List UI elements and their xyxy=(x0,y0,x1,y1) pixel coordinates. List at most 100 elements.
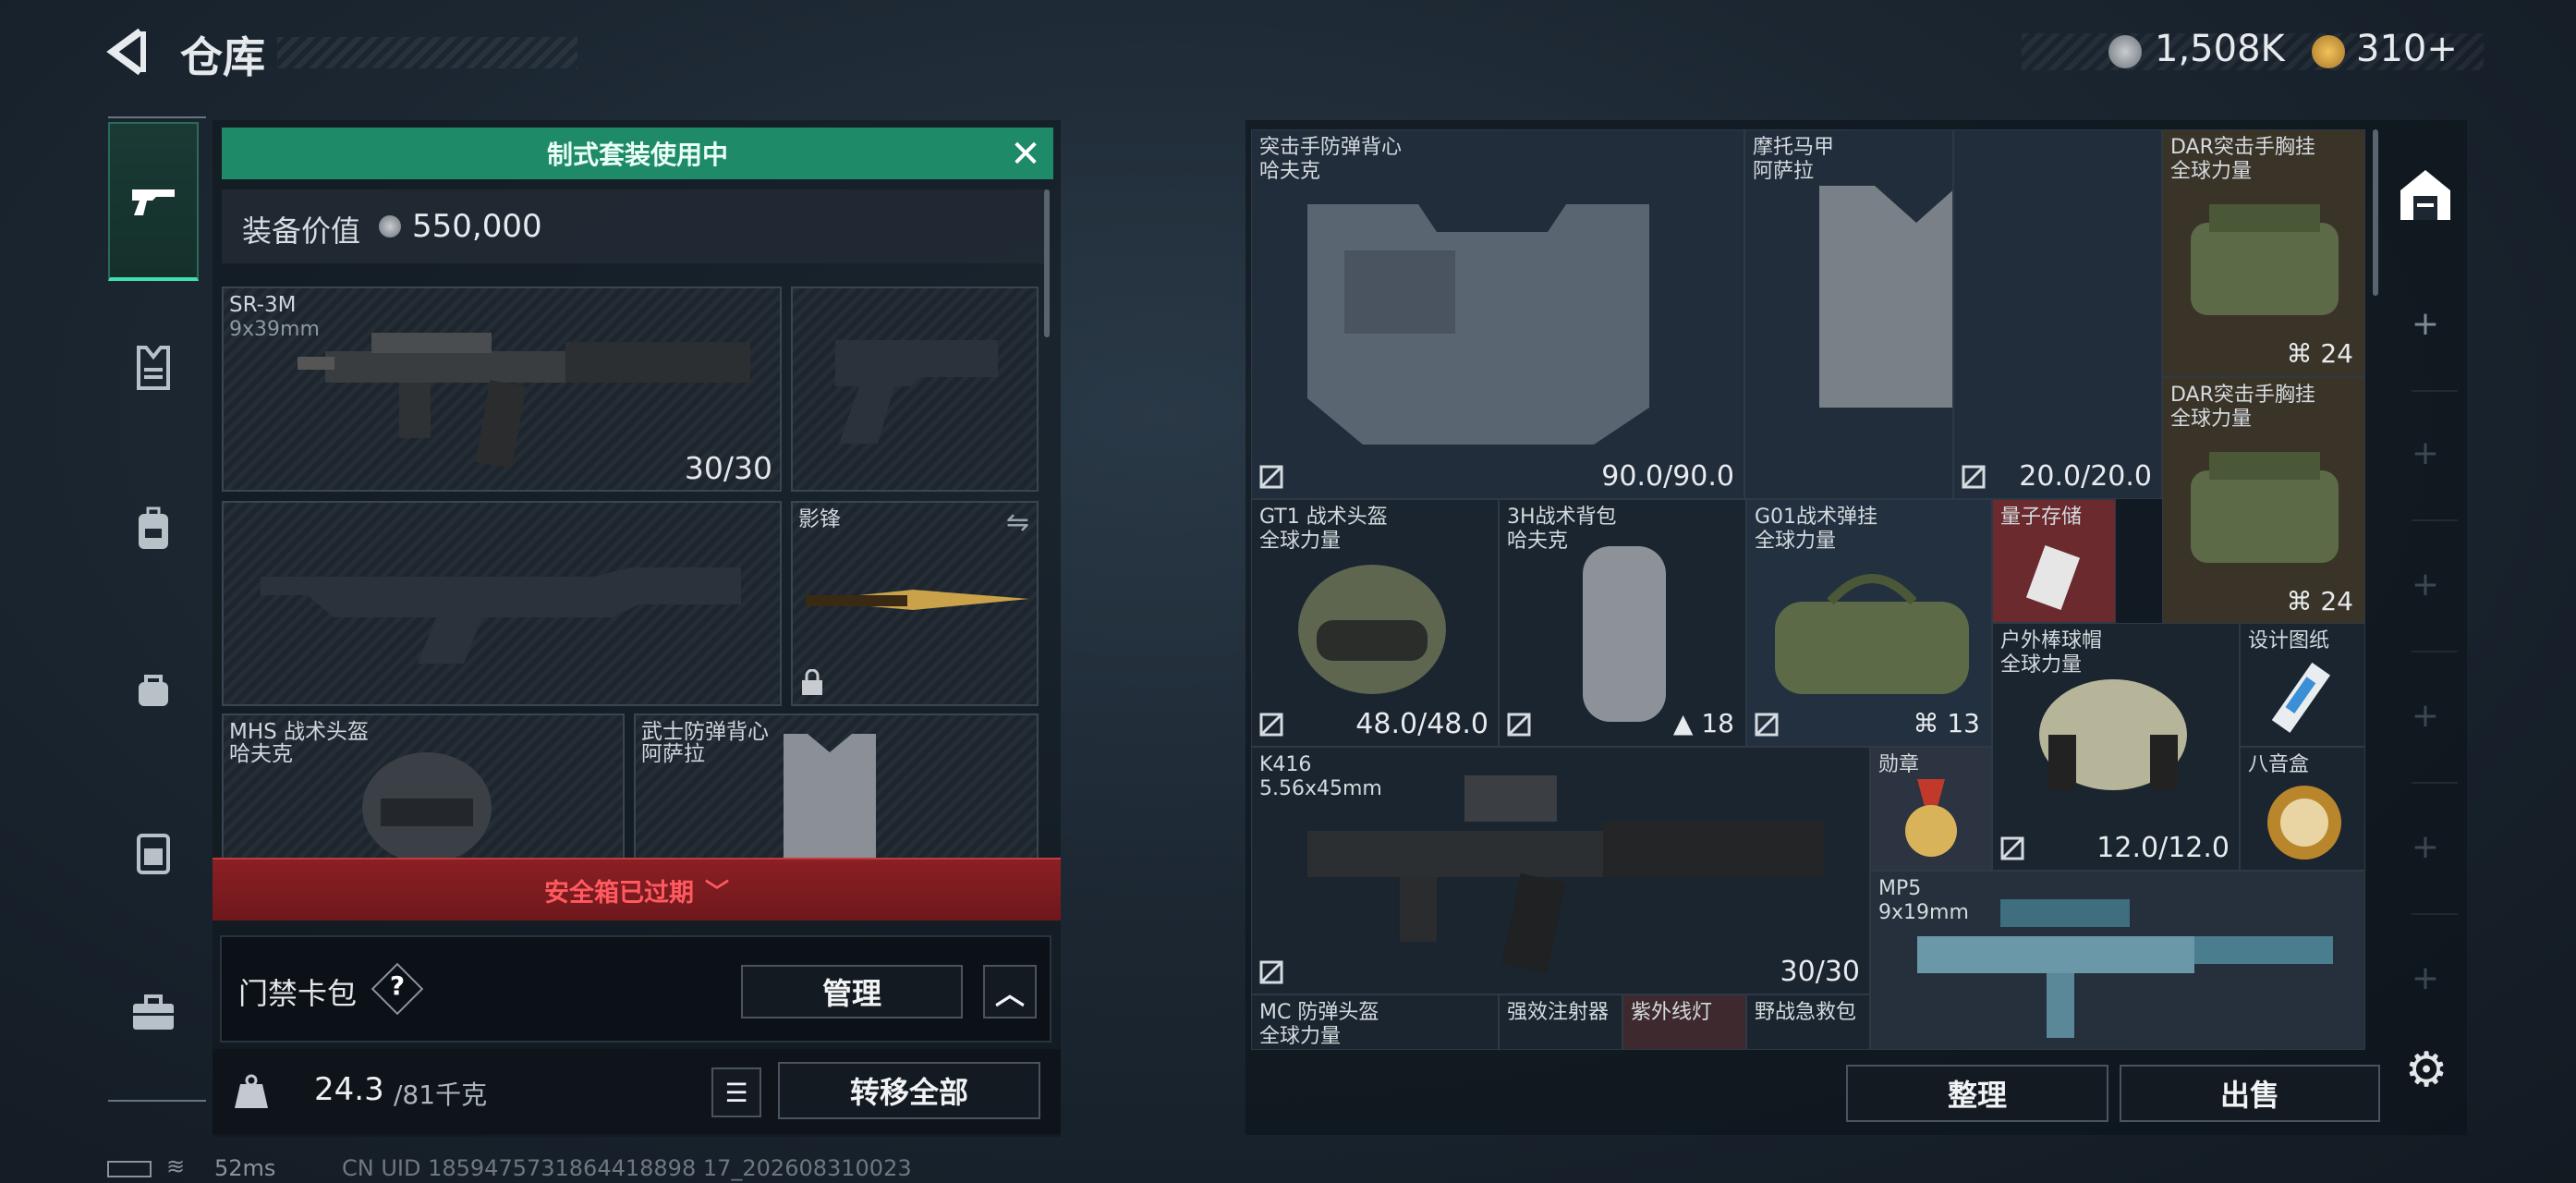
item-capacity: 13 xyxy=(1947,708,1980,738)
secure-case-expired-text: 安全箱已过期 xyxy=(543,878,694,908)
armor-brand: 阿萨拉 xyxy=(641,742,705,766)
currency-gold[interactable]: 310+ xyxy=(2356,28,2458,70)
rifle-placeholder-icon xyxy=(261,567,741,664)
add-storage-tab-icon[interactable]: + xyxy=(2393,305,2458,343)
medal-image xyxy=(1905,779,1957,857)
item-name: 勋章 xyxy=(1878,753,1920,776)
settings-gear-icon[interactable]: ⚙ xyxy=(2400,1044,2452,1096)
loadout-value-label: 装备价值 xyxy=(242,213,361,249)
slot-icon: ⌘ xyxy=(2286,586,2321,616)
swap-icon[interactable]: ⇋ xyxy=(1006,506,1029,539)
ping: 52ms xyxy=(214,1155,276,1181)
add-storage-tab-icon[interactable]: + xyxy=(2393,697,2458,735)
wifi-icon: ≋ xyxy=(166,1153,186,1179)
item-name: DAR突击手胸挂 全球力量 xyxy=(2170,136,2315,183)
pistol-icon xyxy=(132,189,175,215)
loadout-scrollbar[interactable] xyxy=(1044,189,1050,337)
keycard-label: 门禁卡包 xyxy=(238,976,358,1011)
primary-weapon-slot[interactable]: SR-3M 9x39mm 30/30 xyxy=(222,287,782,492)
add-storage-tab-icon[interactable]: + xyxy=(2393,828,2458,866)
storage-item[interactable]: 量子存储 xyxy=(1992,499,2116,623)
storage-item[interactable]: MP5 9x19mm xyxy=(1870,871,2365,1050)
secondary-weapon-slot[interactable] xyxy=(222,501,782,706)
storage-item[interactable]: GT1 战术头盔 全球力量 48.0/48.0 xyxy=(1251,499,1499,747)
item-durability: 12.0/12.0 xyxy=(2096,832,2230,864)
chevron-up-icon[interactable]: ︿ xyxy=(983,965,1037,1018)
keycard-pack-row: 门禁卡包 ? 管理 ︿ xyxy=(220,935,1051,1043)
nav-divider-bottom xyxy=(108,1100,206,1102)
melee-name: 影锋 xyxy=(798,507,841,531)
manage-button[interactable]: 管理 xyxy=(741,965,963,1018)
rifle-image xyxy=(1307,775,1825,974)
add-storage-tab-icon[interactable]: + xyxy=(2393,566,2458,604)
page-title: 仓库 xyxy=(180,32,265,82)
storage-scrollbar[interactable] xyxy=(2373,129,2378,296)
storage-item[interactable]: 3H战术背包 哈夫克 ▲ 18 xyxy=(1499,499,1746,747)
storage-item[interactable]: K416 5.56x45mm 30/30 xyxy=(1251,747,1870,994)
storage-item-overlay: 20.0/20.0 xyxy=(1953,129,2162,499)
vest-image xyxy=(1819,186,1952,408)
storage-item[interactable]: 摩托马甲 阿萨拉 xyxy=(1744,129,1953,499)
add-storage-tab-icon[interactable]: + xyxy=(2393,434,2458,472)
item-name: 强效注射器 xyxy=(1507,1001,1610,1024)
storage-tab-home[interactable] xyxy=(2393,163,2458,227)
nav-weapon[interactable] xyxy=(108,122,199,281)
item-name: 野战急救包 xyxy=(1755,1001,1857,1024)
weight-icon xyxy=(235,1074,268,1108)
nav-case[interactable] xyxy=(108,956,199,1070)
secure-case-expired-bar[interactable]: 安全箱已过期 ﹀ xyxy=(213,858,1061,921)
storage-item[interactable]: 紫外线灯 xyxy=(1622,994,1746,1050)
sort-button[interactable]: 整理 xyxy=(1846,1065,2108,1122)
nav-backpack[interactable] xyxy=(108,471,199,586)
memory-chip-image xyxy=(2025,544,2081,611)
pistol-placeholder-icon xyxy=(835,340,998,444)
item-name: 设计图纸 xyxy=(2248,629,2330,652)
storage-item[interactable]: DAR突击手胸挂 全球力量 ⌘ 24 xyxy=(2162,377,2365,625)
sell-button[interactable]: 出售 xyxy=(2120,1065,2380,1122)
gold-coin-icon xyxy=(2312,35,2345,68)
storage-item[interactable]: DAR突击手胸挂 全球力量 ⌘ 24 xyxy=(2162,129,2365,377)
nav-rig[interactable] xyxy=(108,795,199,909)
bag-icon: ▲ xyxy=(1672,708,1702,738)
nav-pouch[interactable] xyxy=(108,632,199,747)
item-name: 量子存储 xyxy=(2000,506,2083,529)
coin-icon xyxy=(379,215,401,238)
list-icon[interactable]: ☰ xyxy=(711,1067,761,1117)
vest-icon xyxy=(137,346,170,390)
transfer-all-button[interactable]: 转移全部 xyxy=(778,1062,1040,1119)
battery-icon xyxy=(107,1161,152,1177)
helmet-image xyxy=(362,752,492,863)
storage-item[interactable]: G01战术弹挂 全球力量 ⌘ 13 xyxy=(1746,499,1992,747)
storage-item[interactable]: 勋章 xyxy=(1870,747,1992,871)
close-icon[interactable]: ✕ xyxy=(1005,134,1046,175)
back-button[interactable] xyxy=(103,26,155,78)
weapon-name: SR-3M xyxy=(229,293,297,317)
help-icon[interactable]: ? xyxy=(386,970,408,1001)
item-ammo: 30/30 xyxy=(1780,956,1860,988)
currency-coins: 1,508K xyxy=(2155,28,2285,70)
slot-icon: ⌘ xyxy=(2286,338,2321,369)
chest-rig-image xyxy=(2191,452,2339,563)
item-capacity: 18 xyxy=(1701,708,1734,738)
nav-armor[interactable] xyxy=(108,311,199,425)
pistol-slot[interactable] xyxy=(791,287,1039,492)
storage-item[interactable]: 八音盒 xyxy=(2240,747,2365,871)
item-capacity: 24 xyxy=(2320,586,2353,616)
storage-item[interactable]: 户外棒球帽 全球力量 12.0/12.0 xyxy=(1992,623,2240,871)
helmet-slot[interactable]: MHS 战术头盔 哈夫克 xyxy=(222,713,625,863)
storage-item[interactable]: MC 防弹头盔 全球力量 xyxy=(1251,994,1499,1050)
armor-slot[interactable]: 武士防弹背心 阿萨拉 xyxy=(634,713,1039,863)
storage-item[interactable]: 设计图纸 xyxy=(2240,623,2365,747)
storage-item[interactable]: 野战急救包 xyxy=(1746,994,1870,1050)
no-repair-icon xyxy=(2000,836,2024,860)
item-durability: 20.0/20.0 xyxy=(2019,460,2152,493)
no-repair-icon xyxy=(1259,960,1283,984)
no-repair-icon xyxy=(1259,465,1283,489)
add-storage-tab-icon[interactable]: + xyxy=(2393,959,2458,997)
storage-item[interactable]: 突击手防弹背心 哈夫克 90.0/90.0 xyxy=(1251,129,1744,499)
melee-slot[interactable]: 影锋 ⇋ xyxy=(791,501,1039,706)
armor-name: 武士防弹背心 xyxy=(641,720,769,744)
item-name: 紫外线灯 xyxy=(1631,1001,1713,1024)
tab-divider xyxy=(2412,390,2458,392)
storage-item[interactable]: 强效注射器 xyxy=(1499,994,1622,1050)
